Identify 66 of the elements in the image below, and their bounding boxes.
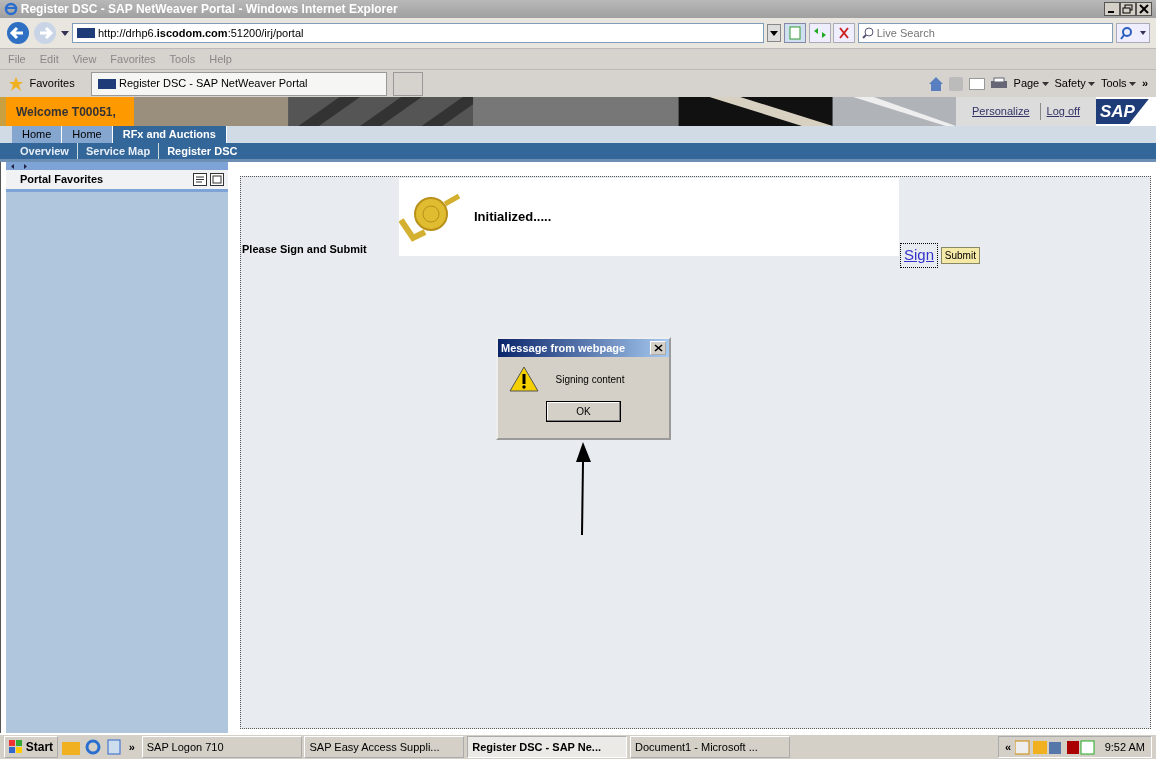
header-link[interactable]: Personalize <box>972 103 1030 120</box>
clock-text: 9:52 AM <box>1104 739 1145 755</box>
search-box[interactable]: Live Search <box>858 23 1113 43</box>
command-menu[interactable]: Tools <box>1100 75 1137 92</box>
search-icon <box>862 27 874 39</box>
restore-icon[interactable] <box>1120 2 1136 16</box>
more-text[interactable]: » <box>128 738 135 756</box>
taskbar-button[interactable]: SAP Easy Access Suppli... <box>304 736 465 758</box>
command-menu[interactable]: Page <box>1013 75 1049 92</box>
close-button[interactable] <box>650 341 666 355</box>
close-icon[interactable] <box>1136 2 1152 16</box>
command-label: Page <box>1013 76 1040 92</box>
list-icon[interactable] <box>193 173 208 186</box>
caret-icon <box>1088 81 1096 86</box>
sign-link[interactable]: Sign <box>900 243 939 268</box>
tray-toggle[interactable]: « <box>1005 738 1012 756</box>
dialog-title: Message from webpage <box>501 340 626 356</box>
submit-button[interactable]: Submit <box>940 246 980 264</box>
panel-title: Portal Favorites <box>20 172 104 188</box>
close-icon <box>653 344 663 352</box>
header-link[interactable]: Log off <box>1039 103 1080 120</box>
instruction-text: Please Sign and Submit <box>242 241 367 257</box>
back-icon[interactable] <box>6 21 30 45</box>
logo: SAP <box>1096 98 1149 125</box>
printer-icon[interactable] <box>990 76 1009 91</box>
portal-tab[interactable]: Home <box>62 126 113 143</box>
seal-icon <box>399 192 463 242</box>
dropdown-icon[interactable] <box>767 24 781 42</box>
nav-link-item[interactable]: Register DSC <box>158 142 246 160</box>
browser-icon <box>4 2 18 16</box>
site-icon <box>77 28 96 38</box>
minimize-icon[interactable] <box>1104 2 1120 16</box>
tray-icon[interactable] <box>1015 739 1096 755</box>
star-icon[interactable] <box>8 75 24 92</box>
welcome-text: Welcome T00051, <box>6 97 134 126</box>
command-menu[interactable]: Safety <box>1054 75 1096 92</box>
search-icon[interactable] <box>1116 23 1150 43</box>
taskbar-button[interactable]: SAP Logon 710 <box>141 736 302 758</box>
maximize-icon[interactable] <box>210 173 224 186</box>
window-title: Register DSC - SAP NetWeaver Portal - Windows Internet Explorer <box>20 1 398 18</box>
more-text[interactable]: » <box>1141 75 1148 92</box>
nav-link-item[interactable]: Overview <box>12 142 77 160</box>
status-text: Initialized..... <box>474 208 552 227</box>
dialog-message: Signing content <box>555 372 625 387</box>
portal-tab[interactable]: RFx and Auctions <box>112 126 227 143</box>
command-label: Safety <box>1054 76 1086 92</box>
home-icon[interactable] <box>927 75 944 92</box>
site-icon <box>98 78 117 89</box>
portal-tab[interactable]: Home <box>12 126 63 143</box>
nav-link-item[interactable]: Service Map <box>76 142 159 160</box>
browser-icon[interactable] <box>84 739 103 755</box>
taskbar-button[interactable]: Register DSC - SAP Ne... <box>467 736 628 758</box>
ok-button[interactable]: OK <box>546 401 621 422</box>
caret-icon <box>1042 81 1049 86</box>
windows-icon <box>9 740 23 754</box>
command-label: Tools <box>1100 76 1127 92</box>
stop-icon[interactable] <box>833 23 856 43</box>
browser-tab[interactable]: Register DSC - SAP NetWeaver Portal <box>91 71 388 96</box>
start-button[interactable]: Start <box>4 736 59 758</box>
taskbar-button[interactable]: Document1 - Microsoft ... <box>629 736 790 758</box>
warning-icon <box>509 365 539 393</box>
dropdown-icon[interactable] <box>59 29 70 37</box>
address-field[interactable]: http://drhp6.iscodom.com:51200/irj/portal <box>72 23 765 43</box>
caret-icon <box>1129 81 1137 86</box>
favorites-button[interactable]: Favorites <box>29 75 75 92</box>
refresh-icon[interactable] <box>808 23 831 43</box>
